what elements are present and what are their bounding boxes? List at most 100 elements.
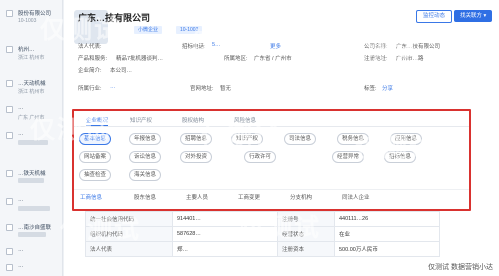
legal-rep-label: 法人代表: [78,44,102,50]
sub-tabs: 工商信息 股东信息 主要人员 工商变更 分支机构 同法人企业 [74,189,469,202]
list-item-title: … [18,247,24,253]
list-item-sub: 浙江 杭州市 [18,89,45,95]
products-label: 产品和服务: [78,56,108,62]
table-row: 组织机构代码 587628… 经营状态 在业 [85,226,440,242]
footer-watermark: 仅测试 数据营销小达 [428,264,493,271]
sub-tab-branches[interactable]: 分支机构 [290,193,312,201]
company-tag: 小微企业 [134,26,163,34]
find-related-button[interactable]: 找关联方 ▾ [454,10,493,22]
region-label: 所属地区: [224,56,248,62]
tab-risk[interactable]: 风险信息 [234,116,256,124]
chip-website-record[interactable]: 网站备案 [79,151,112,163]
blurred-text [18,232,46,237]
monitor-button[interactable]: 监控动态 [416,10,453,23]
sub-tab-business[interactable]: 工商信息 [80,193,102,201]
table-value: 500.00万人民币 [334,241,440,257]
list-item[interactable]: … [6,262,60,276]
checkbox[interactable] [6,198,13,205]
products-value: 精品7批机器谈判… [116,56,164,62]
sub-tab-changes[interactable]: 工商变更 [238,193,260,201]
list-item[interactable]: … [6,130,60,152]
industry-value[interactable]: … [110,84,116,90]
checkbox[interactable] [6,264,13,271]
blurred-text [18,178,44,183]
list-item-sub: 浙江 杭州市 [18,55,45,61]
checkbox[interactable] [6,248,13,255]
list-item[interactable]: … [6,196,60,218]
chip-ip[interactable]: 知识产权 [231,133,264,145]
list-item-title: …南沙自盛联 [18,225,52,231]
blurred-text [18,140,48,145]
list-item[interactable]: …铁天机械 [6,168,60,190]
region-value: 广东省 / 广州市 [254,56,292,62]
table-value: 在业 [334,226,440,242]
chip-litigation[interactable]: 诉讼信息 [129,151,162,163]
list-item-sub: 广东 广州市 [18,115,45,121]
list-item-title: …天动机械 [18,81,46,87]
checkbox[interactable] [6,46,13,53]
list-item[interactable]: … 广东 广州市 [6,104,60,126]
website-value: 暂无 [220,86,232,92]
table-key: 注册号 [277,211,335,227]
chip-basic-info[interactable]: 基本信息 [79,133,112,145]
list-item-title: 杭州… [18,47,35,53]
blurred-text [18,206,50,211]
chip-tender[interactable]: 招标信息 [384,151,417,163]
list-item[interactable]: …南沙自盛联 [6,222,60,244]
share-link[interactable]: 分享 [382,84,393,92]
tab-overview[interactable]: 企业概况 [86,116,108,124]
list-item-title: … [18,263,24,269]
chip-inspection[interactable]: 抽查检查 [79,169,112,181]
list-item-title: … [18,105,24,111]
chip-investment[interactable]: 对外投资 [180,151,213,163]
chip-license[interactable]: 行政许可 [244,151,277,163]
table-row: 法人代表 郑… 注册资本 500.00万人民币 [85,241,440,257]
company-name-label: 公司名称: [364,44,388,50]
table-value: 440111…26 [334,211,440,227]
sub-tab-same-legal[interactable]: 同法人企业 [342,193,370,201]
list-item[interactable]: 杭州… 浙江 杭州市 [6,44,60,66]
address-value: 广州市…路 [396,56,424,62]
company-list-sidebar: 股份有限公司 10-1003 杭州… 浙江 杭州市 …天动机械 浙江 杭州市 …… [0,0,63,276]
phone-value[interactable]: 5… [212,42,221,48]
chip-abnormal[interactable]: 经营异常 [332,151,365,163]
chip-customs[interactable]: 海关信息 [129,169,162,181]
company-name-value: 广东…技有限公司 [396,44,441,50]
checkbox[interactable] [6,224,13,231]
table-value: 郑… [172,241,278,257]
address-label: 注册地址: [364,56,388,62]
checkbox[interactable] [6,80,13,87]
company-name: 广东…技有限公司 [78,13,151,23]
checkbox[interactable] [6,170,13,177]
chip-annual-report[interactable]: 年报信息 [129,133,162,145]
list-item[interactable]: 股份有限公司 10-1003 [6,8,60,30]
chip-tax[interactable]: 税务信息 [337,133,370,145]
sub-tab-shareholders[interactable]: 股东信息 [134,193,156,201]
sub-tab-staff[interactable]: 主要人员 [186,193,208,201]
tab-ip[interactable]: 知识产权 [130,116,152,124]
phone-label: 招标电话: [182,44,206,50]
checkbox[interactable] [6,10,13,17]
table-key: 法人代表 [85,241,173,257]
list-item-title: 股份有限公司 [18,11,52,17]
table-key: 注册资本 [277,241,335,257]
profile-label: 企业简介: [78,68,102,74]
table-row: 统一社会信用代码 914401… 注册号 440111…26 [85,211,440,227]
chip-apps[interactable]: 应用信息 [390,133,423,145]
section-tabs: 企业概况 知识产权 股权结构 风险信息 [74,114,469,127]
chip-judicial[interactable]: 司法信息 [284,133,317,145]
table-value: 914401… [172,211,278,227]
table-key: 组织机构代码 [85,226,173,242]
list-item[interactable]: …天动机械 浙江 杭州市 [6,78,60,100]
checkbox[interactable] [6,132,13,139]
tab-equity[interactable]: 股权结构 [182,116,204,124]
checkbox[interactable] [6,106,13,113]
list-item-title: …铁天机械 [18,171,46,177]
tag-label: 标签: [364,86,377,92]
list-item-title: … [18,197,24,203]
phone-more-link[interactable]: 更多 [270,42,281,50]
website-label: 官网地址: [190,86,214,92]
profile-value: 本公司… [110,68,133,74]
chip-recruitment[interactable]: 招聘信息 [180,133,213,145]
company-tag: 10-1003 [176,26,203,34]
